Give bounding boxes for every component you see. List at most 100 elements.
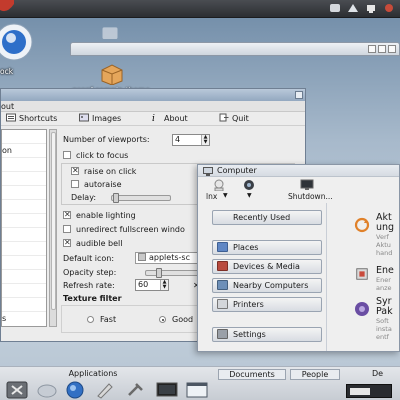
menu-item-about[interactable]: out [1, 101, 14, 112]
texture-good-radio[interactable] [159, 316, 166, 323]
click-to-focus-label: click to focus [76, 151, 129, 160]
browser-globe-icon[interactable] [64, 381, 86, 399]
window-buttons[interactable] [368, 45, 396, 54]
viewports-spinbox[interactable]: 4 ▲ ▼ [172, 134, 210, 146]
list-item[interactable] [2, 228, 46, 242]
list-item[interactable] [2, 298, 46, 312]
user-lnx-button[interactable]: lnx ▼ [206, 179, 234, 201]
tray-battery-icon[interactable] [382, 2, 396, 14]
control-center-icon[interactable] [100, 24, 120, 44]
tray-app-icon[interactable] [328, 2, 342, 14]
app-title: Syr Pak [376, 296, 393, 317]
unredirect-label: unredirect fullscreen windo [76, 225, 185, 234]
tray-network-icon[interactable] [346, 2, 360, 14]
toolbar-quit-button[interactable]: Quit [219, 113, 249, 125]
devices-media-button[interactable]: Devices & Media [212, 259, 322, 274]
refresh-rate-spinbox[interactable]: 60 ▲ ▼ [135, 279, 169, 291]
shutdown-button[interactable]: Shutdown... [286, 179, 333, 201]
computer-icon [203, 167, 213, 176]
tab-applications[interactable]: Applications [0, 369, 186, 380]
list-item[interactable] [2, 256, 46, 270]
app-entry-energy[interactable]: Ene Ener anze [350, 265, 400, 295]
synaptic-package-icon [355, 302, 369, 316]
list-item[interactable]: on [2, 144, 46, 158]
printers-button[interactable]: Printers [212, 297, 322, 312]
toolbar-label: Shortcuts [19, 114, 58, 123]
taskbar-window-button[interactable] [346, 384, 392, 398]
places-button[interactable]: Places [212, 240, 322, 255]
monitor-icon[interactable] [156, 381, 178, 399]
click-to-focus-row[interactable]: click to focus [63, 150, 128, 162]
list-item[interactable] [2, 214, 46, 228]
applets-icon [138, 253, 146, 261]
toolbar-label: Images [92, 114, 122, 123]
toolbar-about-button[interactable]: i About [151, 113, 188, 125]
background-window-titlebar[interactable] [70, 42, 400, 56]
shutdown-icon [300, 179, 314, 190]
devices-media-label: Devices & Media [233, 262, 300, 271]
chevron-down-icon: ▼ [247, 192, 252, 199]
menu-logo-icon[interactable] [0, 0, 14, 13]
tab-applications-label: Applications [68, 369, 118, 378]
window-titlebar[interactable] [1, 89, 305, 101]
list-item[interactable] [2, 158, 46, 172]
autoraise-row[interactable]: autoraise [71, 179, 122, 191]
spin-arrows-icon[interactable]: ▲ ▼ [201, 135, 209, 145]
network-cloud-icon[interactable] [36, 381, 58, 399]
raise-on-click-row[interactable]: raise on click [71, 165, 136, 178]
list-item[interactable] [2, 270, 46, 284]
list-item[interactable]: s [2, 312, 46, 326]
list-item[interactable] [2, 172, 46, 186]
plugin-list[interactable]: on s [1, 129, 47, 327]
pen-edit-icon[interactable] [94, 381, 116, 399]
slider-knob[interactable] [113, 193, 119, 203]
recently-used-button[interactable]: Recently Used [212, 210, 322, 225]
nearby-computers-button[interactable]: Nearby Computers [212, 278, 322, 293]
audible-bell-row[interactable]: audible bell [63, 237, 122, 250]
tools-icon[interactable] [124, 381, 146, 399]
list-item[interactable] [2, 242, 46, 256]
list-scrollbar[interactable] [49, 129, 57, 327]
settings-icon [217, 329, 228, 339]
default-icon-combo[interactable]: applets-sc [135, 252, 201, 264]
slider-knob[interactable] [156, 268, 162, 278]
quit-icon [219, 113, 229, 122]
app-entry-synaptic[interactable]: Syr Pak Soft insta entf [350, 297, 400, 341]
tab-documents[interactable]: Documents [218, 369, 286, 380]
package-box-icon[interactable] [99, 63, 125, 85]
toolbar-shortcuts-button[interactable]: Shortcuts [6, 113, 57, 125]
places-folder-icon [217, 242, 228, 252]
settings-button[interactable]: Settings [212, 327, 322, 342]
refresh-rate-label: Refresh rate: [63, 281, 115, 290]
click-to-focus-checkbox[interactable] [63, 151, 71, 159]
texture-good-option[interactable]: Good [159, 314, 193, 326]
default-icon-label: Default icon: [63, 254, 115, 263]
terminal-x-icon[interactable] [6, 381, 28, 399]
tray-volume-icon[interactable] [364, 2, 378, 14]
list-item[interactable] [2, 186, 46, 200]
tab-people[interactable]: People [290, 369, 340, 380]
titlebar-button[interactable] [295, 91, 303, 99]
app-entry-update[interactable]: Akt ung Verf Aktu hand [350, 213, 400, 257]
tab-partial[interactable]: De [372, 369, 400, 380]
audible-bell-checkbox[interactable] [63, 237, 71, 249]
enable-lighting-checkbox[interactable] [63, 209, 71, 221]
delay-slider[interactable] [111, 193, 171, 203]
network-status-button[interactable]: ▼ [242, 179, 262, 201]
list-item[interactable] [2, 200, 46, 214]
energy-manager-icon [356, 268, 368, 280]
dock-globe-icon[interactable] [0, 22, 34, 62]
list-item[interactable] [2, 130, 46, 144]
window-icon[interactable] [186, 381, 208, 399]
autoraise-checkbox[interactable] [71, 180, 79, 188]
unredirect-checkbox[interactable] [63, 225, 71, 233]
opacity-step-slider[interactable] [145, 268, 205, 278]
spin-arrows-icon[interactable]: ▲ ▼ [160, 280, 168, 290]
enable-lighting-row[interactable]: enable lighting [63, 209, 136, 222]
toolbar-images-button[interactable]: Images [79, 113, 121, 125]
texture-fast-radio[interactable] [87, 316, 94, 323]
unredirect-row[interactable]: unredirect fullscreen windo [63, 224, 185, 236]
raise-on-click-checkbox[interactable] [71, 165, 79, 177]
texture-fast-option[interactable]: Fast [87, 314, 116, 326]
list-item[interactable] [2, 284, 46, 298]
